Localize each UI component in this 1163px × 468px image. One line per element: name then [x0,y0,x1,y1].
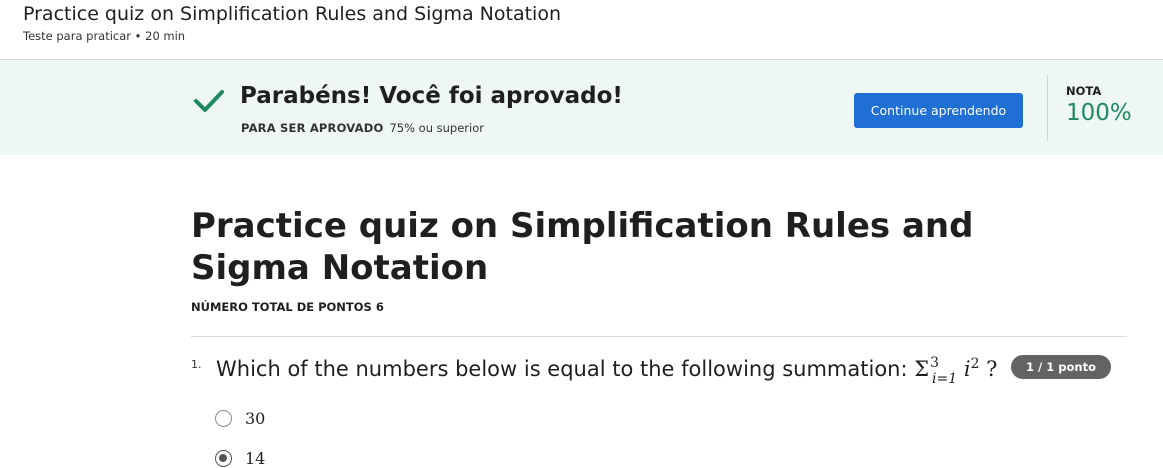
answer-option[interactable]: 14 [215,449,265,468]
radio-button[interactable] [215,410,232,427]
question-prompt: Which of the numbers below is equal to t… [216,357,908,381]
quiz-title: Practice quiz on Simplification Rules an… [191,206,974,288]
summation-expression: Σ3i=1 i2 ? [914,355,998,387]
grade-value: 100% [1066,100,1132,126]
page-header-title: Practice quiz on Simplification Rules an… [23,3,561,25]
pass-requirement: PARA SER APROVADO 75% ou superior [241,121,484,135]
question-text: Which of the numbers below is equal to t… [216,355,998,387]
section-divider [191,336,1127,337]
top-bar: Practice quiz on Simplification Rules an… [0,0,1163,60]
check-icon [194,90,224,112]
answer-option[interactable]: 30 [215,409,265,428]
radio-button-selected[interactable] [215,450,232,467]
pass-label: PARA SER APROVADO [241,121,384,135]
total-points: NÚMERO TOTAL DE PONTOS 6 [191,300,384,314]
option-label: 30 [245,409,266,428]
points-badge: 1 / 1 ponto [1011,355,1111,379]
option-label: 14 [245,449,266,468]
question-mark: ? [986,357,998,381]
pass-value: 75% ou superior [389,121,484,135]
quiz-meta: Teste para praticar • 20 min [23,29,186,43]
sum-power: 2 [970,356,980,372]
continue-learning-button[interactable]: Continue aprendendo [854,93,1023,128]
congrats-message: Parabéns! Você foi aprovado! [240,83,623,109]
sum-upper-bound: 3 [930,355,940,371]
sigma-symbol: Σ [914,357,930,381]
question-number: 1. [191,358,202,371]
grade-label: NOTA [1066,84,1102,98]
grade-divider [1047,75,1048,141]
sum-term: i [963,357,971,381]
sum-lower-bound: i=1 [932,371,958,387]
